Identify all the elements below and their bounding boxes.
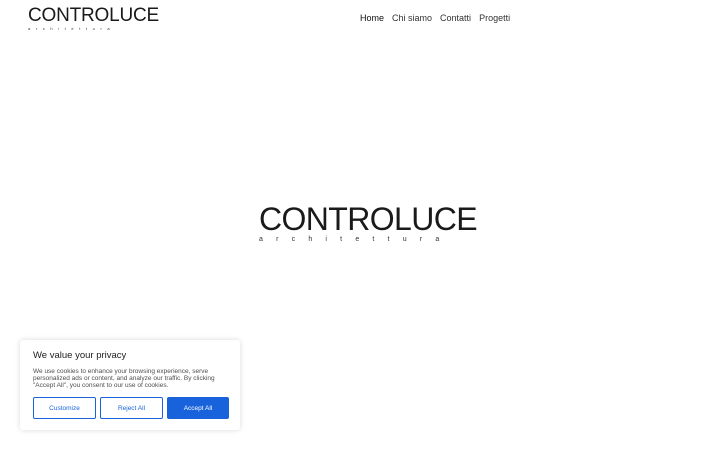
nav-item-contatti[interactable]: Contatti bbox=[440, 12, 471, 24]
hero-logo: CONTROLUCE architettura bbox=[259, 201, 478, 244]
header-logo-tagline: architettura bbox=[28, 26, 116, 31]
cookie-consent-banner: We value your privacy We use cookies to … bbox=[20, 340, 240, 430]
nav-item-chi-siamo[interactable]: Chi siamo bbox=[392, 12, 432, 24]
cookie-banner-title: We value your privacy bbox=[33, 350, 127, 361]
nav-item-home[interactable]: Home bbox=[360, 12, 384, 24]
header-logo-word: CONTROLUCE bbox=[28, 5, 160, 26]
header-logo-link[interactable]: CONTROLUCE architettura bbox=[28, 5, 160, 32]
cookie-banner-text: We use cookies to enhance your browsing … bbox=[33, 368, 215, 389]
nav-item-progetti[interactable]: Progetti bbox=[479, 12, 510, 24]
customize-button[interactable]: Customize bbox=[33, 397, 96, 419]
hero-logo-word: CONTROLUCE bbox=[259, 201, 478, 237]
hero-logo-tagline: architettura bbox=[259, 236, 453, 243]
accept-all-button[interactable]: Accept All bbox=[167, 397, 229, 419]
cookie-banner-buttons: Customize Reject All Accept All bbox=[33, 397, 229, 419]
page: CONTROLUCE architettura Home Chi siamo C… bbox=[0, 0, 720, 450]
main-nav: Home Chi siamo Contatti Progetti bbox=[360, 12, 518, 24]
reject-all-button[interactable]: Reject All bbox=[100, 397, 163, 419]
